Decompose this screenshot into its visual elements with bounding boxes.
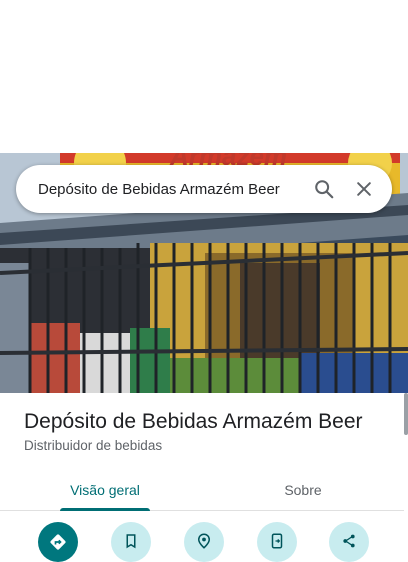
scrollbar[interactable]	[404, 393, 408, 435]
nearby-icon	[197, 533, 211, 549]
action-row	[0, 522, 404, 562]
close-icon[interactable]	[344, 165, 384, 213]
place-title: Depósito de Bebidas Armazém Beer	[24, 410, 363, 433]
send-to-phone-icon	[271, 533, 283, 549]
directions-icon	[50, 534, 66, 550]
share-icon	[343, 534, 355, 548]
search-input[interactable]	[16, 165, 304, 213]
save-icon	[126, 534, 136, 549]
nearby-button[interactable]	[184, 522, 224, 562]
place-category[interactable]: Distribuidor de bebidas	[24, 438, 162, 453]
search-bar	[16, 165, 392, 213]
save-button[interactable]	[111, 522, 151, 562]
tab-about[interactable]: Sobre	[248, 470, 358, 510]
share-button[interactable]	[329, 522, 369, 562]
directions-button[interactable]	[38, 522, 78, 562]
send-to-phone-button[interactable]	[257, 522, 297, 562]
search-icon[interactable]	[304, 165, 344, 213]
tab-overview[interactable]: Visão geral	[50, 470, 160, 511]
tab-bar: Visão geral Sobre	[0, 470, 404, 511]
